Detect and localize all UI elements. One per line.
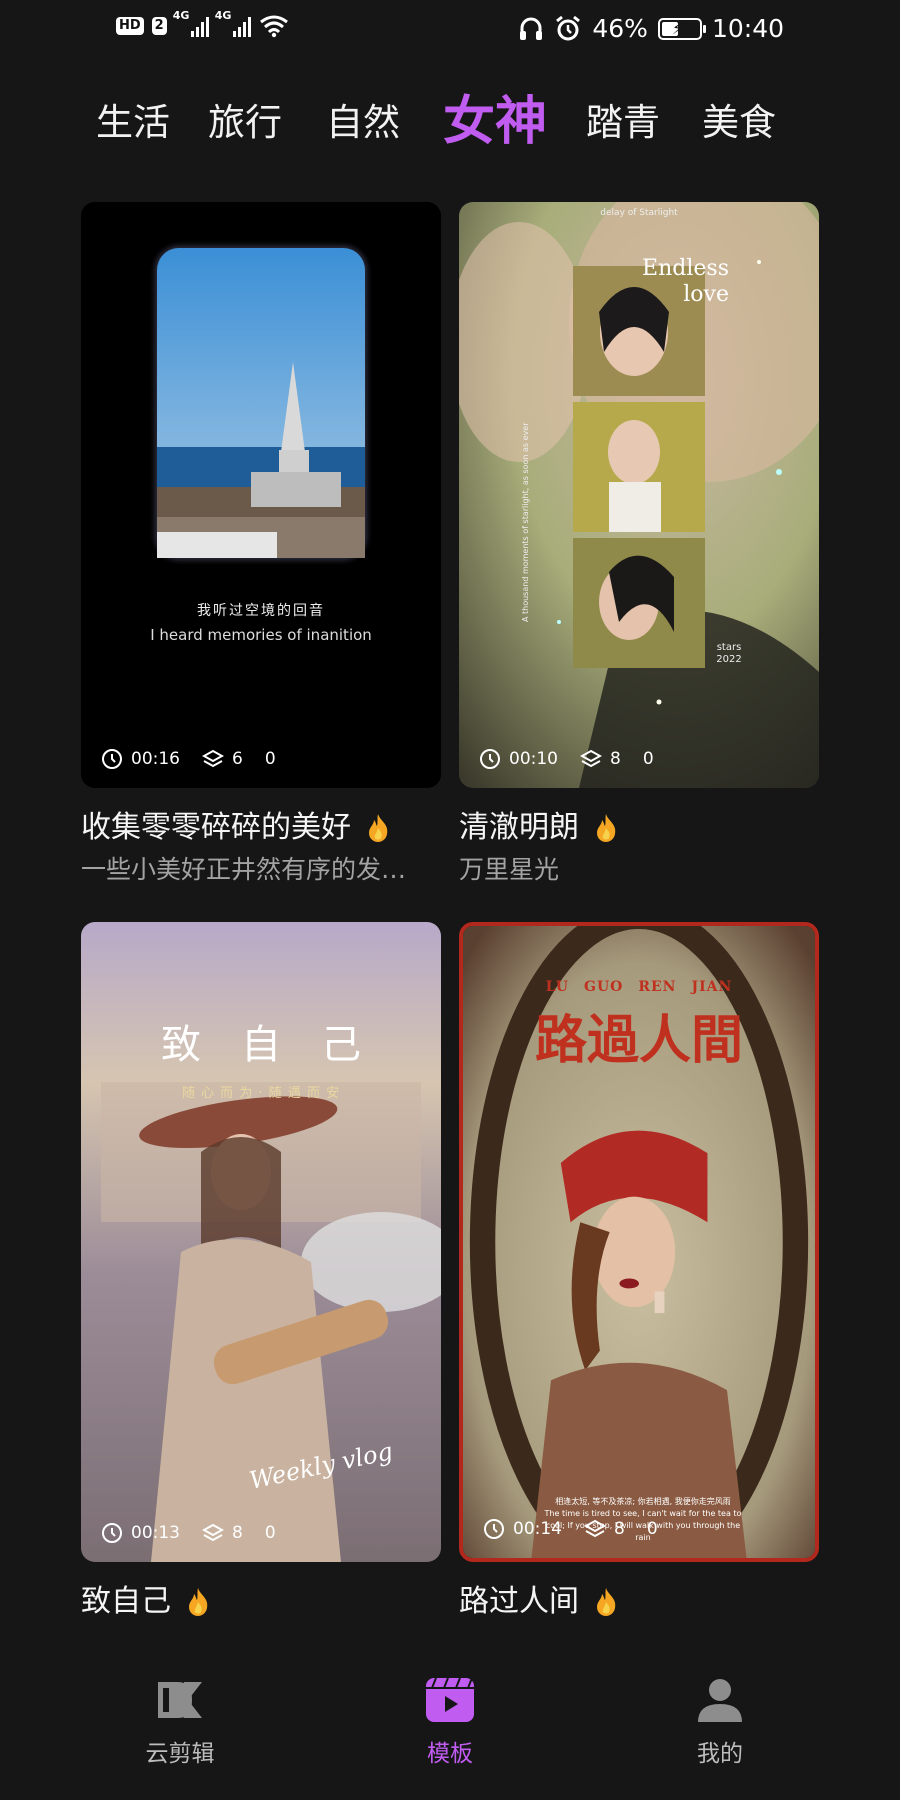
layers-count: 8 — [232, 1523, 243, 1543]
clock-icon — [102, 749, 122, 769]
card-meta: 00:14 8 0 — [483, 1518, 658, 1540]
alarm-icon — [556, 15, 581, 41]
tab-spring-outing[interactable]: 踏青 — [586, 98, 660, 148]
template-card[interactable]: LU GUO REN JIAN 路過人間 相逢太短, 等不及茶凉; 你若相遇, … — [459, 922, 819, 1562]
nav-templates[interactable]: 模板 — [360, 1676, 540, 1768]
card-title: 清澈明朗 — [459, 810, 579, 845]
tab-goddess[interactable]: 女神 — [443, 90, 547, 154]
signal-icon-2: 4G — [215, 9, 251, 37]
bottom-navigation: 云剪辑 模板 我的 — [0, 1640, 900, 1800]
template-thumbnail — [81, 202, 441, 788]
template-card[interactable]: 我听过空境的回音 I heard memories of inanition 0… — [81, 202, 441, 788]
fire-icon — [369, 814, 388, 842]
tab-nature[interactable]: 自然 — [326, 98, 400, 148]
card-meta: 00:10 8 0 — [479, 748, 654, 770]
layers-icon — [584, 1519, 606, 1538]
cloud-edit-icon — [158, 1682, 202, 1718]
battery-icon: ⚡ — [657, 18, 706, 40]
headphones-icon — [520, 17, 543, 40]
card-title: 致自己 — [81, 1584, 171, 1619]
use-count: 0 — [264, 749, 276, 769]
status-bar: HD 2 4G 4G 46% ⚡ 10:40 — [0, 0, 900, 60]
card-title-row: 路过人间 — [459, 1582, 619, 1622]
use-count: 0 — [642, 749, 654, 769]
hd-badge: HD — [116, 17, 144, 35]
nav-label: 模板 — [427, 1741, 473, 1767]
card-subtitle: 一些小美好正井然有序的发… — [81, 855, 407, 884]
clock-icon — [484, 1519, 504, 1539]
card-meta: 00:16 6 0 — [101, 748, 276, 770]
overlay-caption-en: I heard memories of inanition — [150, 626, 372, 644]
duration-text: 00:10 — [509, 749, 558, 769]
card-meta: 00:13 8 0 — [101, 1522, 276, 1544]
overlay-side-text: A thousand moments of starlight, as soon… — [521, 422, 530, 623]
card-title: 收集零零碎碎的美好 — [81, 810, 351, 845]
layers-count: 8 — [610, 749, 621, 769]
nav-cloud-edit[interactable]: 云剪辑 — [90, 1676, 270, 1768]
overlay-pinyin: LU GUO REN JIAN — [545, 979, 733, 995]
status-right: 46% ⚡ 10:40 — [518, 14, 784, 44]
card-overlay: 我听过空境的回音 I heard memories of inanition — [81, 600, 441, 644]
card-title: 路过人间 — [459, 1584, 579, 1619]
wifi-icon — [259, 15, 288, 38]
card-subtitle: 万里星光 — [459, 855, 560, 884]
fire-icon — [597, 1588, 616, 1616]
fire-icon — [189, 1588, 208, 1616]
clock: 10:40 — [711, 14, 784, 43]
duration-text: 00:16 — [131, 749, 180, 769]
tab-food[interactable]: 美食 — [702, 98, 776, 148]
sim-badge: 2 — [151, 17, 167, 35]
overlay-caption-line-1: 相逢太短, 等不及茶凉; 你若相遇, 我便你走完风雨 — [555, 1497, 731, 1506]
signal-icon: 4G — [173, 9, 209, 37]
use-count: 0 — [264, 1523, 276, 1543]
overlay-title: 致 自 己 — [161, 1022, 361, 1068]
profile-icon — [698, 1679, 742, 1722]
duration-text: 00:14 — [513, 1519, 562, 1539]
fire-icon — [597, 814, 616, 842]
overlay-title: 路過人間 — [534, 1010, 743, 1071]
overlay-title: Endless love — [619, 256, 729, 308]
overlay-stars: stars 2022 — [709, 642, 749, 666]
clock-icon — [480, 749, 500, 769]
nav-label: 云剪辑 — [145, 1741, 215, 1767]
nav-profile[interactable]: 我的 — [630, 1676, 810, 1768]
tab-life[interactable]: 生活 — [96, 98, 170, 148]
overlay-title-line-1: Endless — [642, 256, 729, 281]
card-title-row: 致自己 — [81, 1582, 211, 1622]
duration-text: 00:13 — [131, 1523, 180, 1543]
battery-percent: 46% — [592, 14, 648, 43]
app-screen: HD 2 4G 4G 46% ⚡ 10:40 生活 旅行 自然 女神 踏青 美食… — [0, 0, 900, 1800]
tab-travel[interactable]: 旅行 — [208, 98, 282, 148]
template-icon — [426, 1677, 474, 1722]
overlay-caption-cn: 我听过空境的回音 — [197, 603, 325, 619]
nav-label: 我的 — [697, 1741, 743, 1767]
category-tabs: 生活 旅行 自然 女神 踏青 美食 — [0, 90, 900, 160]
overlay-year: 2022 — [716, 654, 742, 665]
card-title-row: 收集零零碎碎的美好 — [81, 808, 391, 848]
use-count: 0 — [646, 1519, 658, 1539]
layers-icon — [580, 749, 602, 768]
overlay-subtitle: 随 心 而 为 · 随 遇 而 安 — [181, 1086, 341, 1101]
template-card[interactable]: 致 自 己 随 心 而 为 · 随 遇 而 安 Weekly vlog 00:1… — [81, 922, 441, 1562]
clock-icon — [102, 1523, 122, 1543]
overlay-stars-label: stars — [716, 642, 742, 653]
layers-count: 6 — [232, 749, 243, 769]
overlay-top-text: delay of Starlight — [600, 208, 678, 218]
template-card[interactable]: delay of Starlight Endless love A thousa… — [459, 202, 819, 788]
status-left: HD 2 4G 4G — [116, 9, 289, 38]
card-title-row: 清澈明朗 — [459, 808, 619, 848]
layers-icon — [202, 1523, 224, 1542]
layers-icon — [202, 749, 224, 768]
layers-count: 8 — [614, 1519, 625, 1539]
overlay-title-line-2: love — [683, 282, 729, 307]
